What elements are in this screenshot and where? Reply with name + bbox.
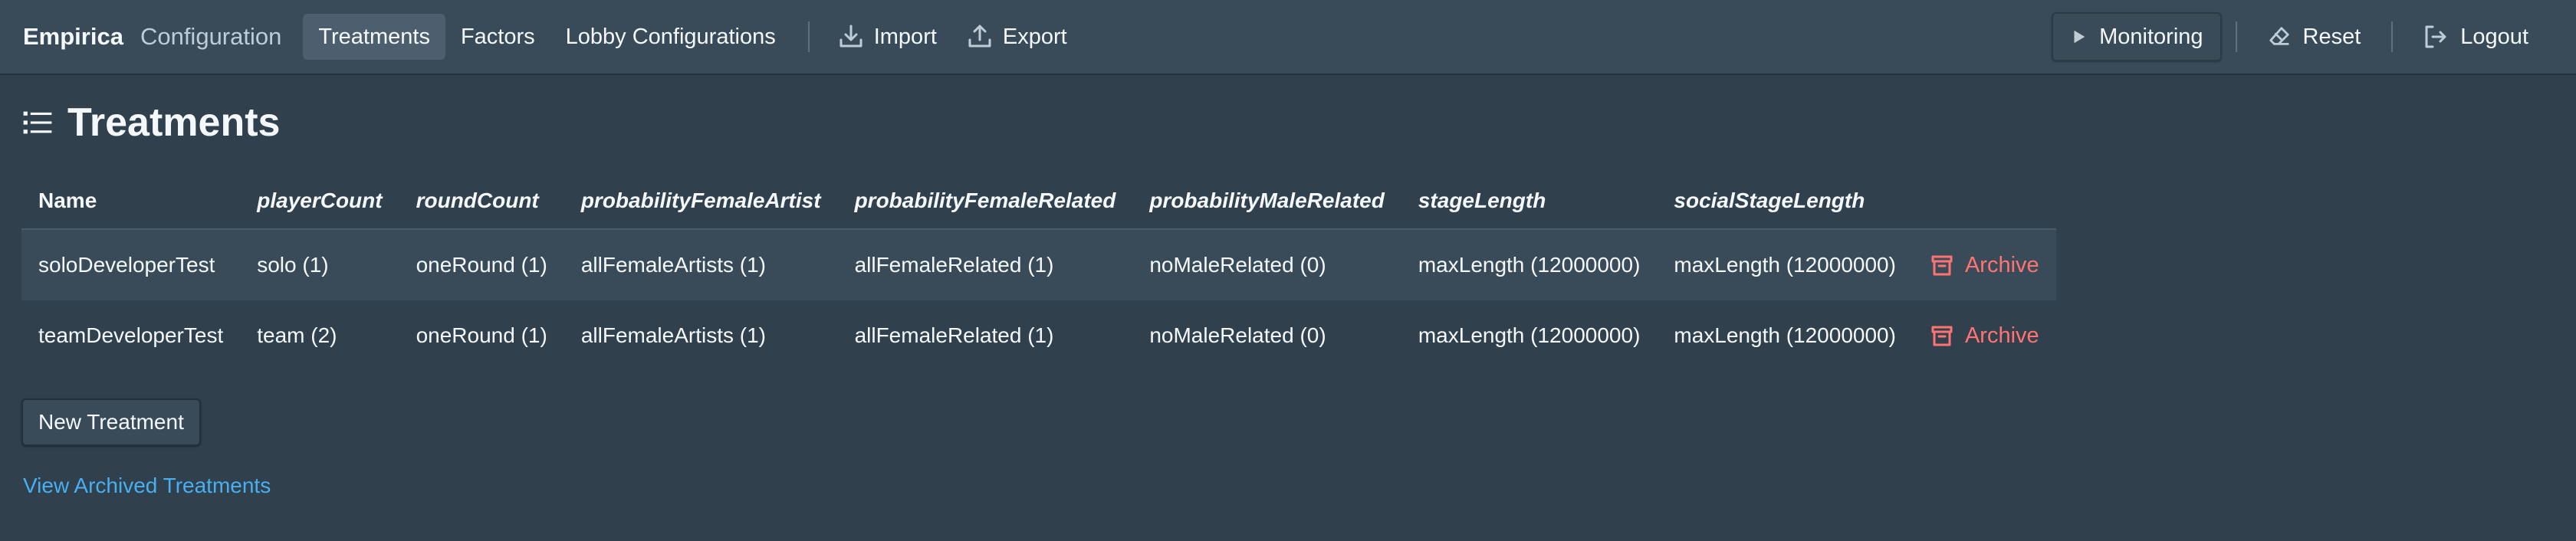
table-cell: allFemaleArtists (1) [564,229,838,300]
view-archived-treatments-link[interactable]: View Archived Treatments [23,474,271,498]
column-header-stagelength: stageLength [1401,173,1658,230]
column-header-roundcount: roundCount [399,173,564,230]
table-cell: oneRound (1) [399,229,564,300]
tab-factors[interactable]: Factors [445,14,550,60]
table-cell: noMaleRelated (0) [1149,323,1326,347]
table-cell: teamDeveloperTest [38,323,224,347]
tab-factors-label: Factors [460,24,535,49]
column-header-playercount: playerCount [240,173,399,230]
column-header-name: Name [21,173,241,230]
table-cell: maxLength (12000000) [1674,323,1896,347]
nav-divider [807,21,810,52]
page-title: Treatments [67,100,281,145]
table-cell-actions: Archive [1912,229,2056,300]
eraser-icon [2269,27,2289,45]
export-label: Export [1002,24,1067,49]
table-cell: maxLength (12000000) [1401,229,1658,300]
tab-lobby-configurations[interactable]: Lobby Configurations [550,14,791,60]
brand-section: Configuration [140,23,282,50]
new-treatment-button[interactable]: New Treatment [21,398,201,446]
table-cell: allFemaleRelated (1) [837,229,1133,300]
table-cell: maxLength (12000000) [1418,323,1641,347]
list-icon [23,111,52,134]
nav-left-group: Empirica Configuration Treatments Factor… [0,0,1083,74]
play-icon [2074,30,2085,44]
table-header-row: Name playerCount roundCount probabilityF… [21,173,2056,230]
table-cell-actions: Archive [1913,300,2056,371]
column-header-actions [1912,173,2056,230]
column-header-socialstagelength: socialStageLength [1657,173,1913,230]
tab-treatments-label: Treatments [318,24,430,49]
page-header: Treatments [21,100,280,146]
monitoring-button[interactable]: Monitoring [2052,12,2222,61]
reset-label: Reset [2302,24,2361,49]
import-icon [840,25,863,48]
table-cell: oneRound (1) [416,323,547,347]
nav-right-group: Monitoring Reset Logout [2052,0,2545,74]
archive-button[interactable]: Archive [1930,323,2039,349]
table-cell: noMaleRelated (0) [1132,229,1401,300]
nav-separator [2235,21,2237,52]
table-cell: allFemaleArtists (1) [580,323,766,347]
table-cell: maxLength (12000000) [1657,229,1913,300]
reset-button[interactable]: Reset [2251,12,2378,61]
archive-icon [1931,255,1953,276]
archive-button[interactable]: Archive [1930,253,2039,278]
top-navbar: Empirica Configuration Treatments Factor… [0,0,2576,74]
logout-button[interactable]: Logout [2407,12,2545,61]
brand-name: Empirica [23,23,123,50]
import-button[interactable]: Import [823,14,952,60]
logout-icon [2425,25,2446,48]
archive-label: Archive [1964,252,2039,277]
table-cell: team (2) [257,323,337,347]
tab-lobby-configurations-label: Lobby Configurations [565,24,776,49]
table-row: teamDeveloperTest team (2) oneRound (1) … [21,300,2056,371]
logout-label: Logout [2460,24,2528,49]
monitoring-label: Monitoring [2099,24,2203,49]
archive-icon [1931,326,1953,346]
column-header-probabilityfemaleartist: probabilityFemaleArtist [564,173,838,230]
treatments-table: Name playerCount roundCount probabilityF… [21,173,2056,371]
new-treatment-label: New Treatment [38,410,184,434]
column-header-probabilityfemalerelated: probabilityFemaleRelated [837,173,1133,230]
tab-treatments[interactable]: Treatments [303,14,445,60]
export-icon [968,25,991,48]
archive-label: Archive [1964,323,2039,348]
table-row: soloDeveloperTest solo (1) oneRound (1) … [21,229,2056,300]
table-cell: soloDeveloperTest [21,229,241,300]
import-label: Import [873,24,937,49]
column-header-probabilitymalerelated: probabilityMaleRelated [1132,173,1401,230]
export-button[interactable]: Export [952,14,1083,60]
table-cell: allFemaleRelated (1) [854,323,1054,347]
table-cell: solo (1) [240,229,399,300]
nav-separator [2391,21,2394,52]
